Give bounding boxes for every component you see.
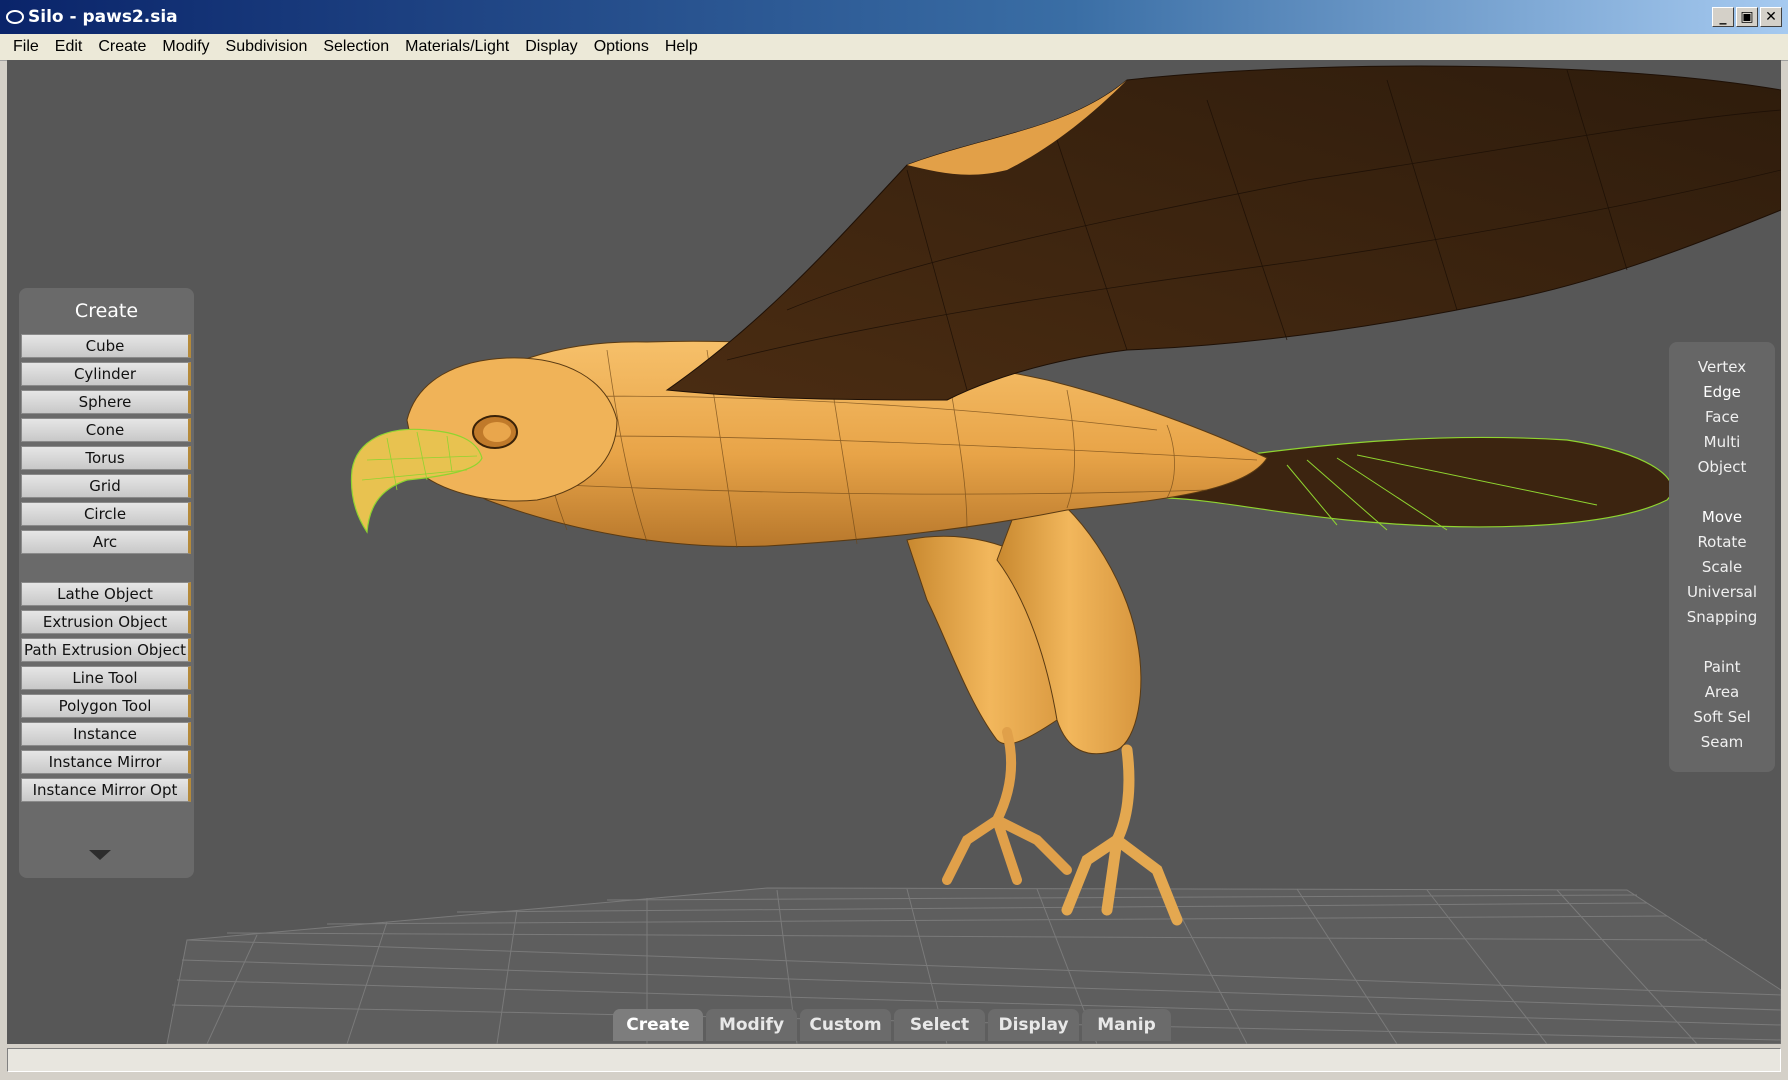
menu-modify[interactable]: Modify xyxy=(154,34,217,60)
instance-mirror-button[interactable]: Instance Mirror xyxy=(21,750,191,774)
create-arc-button[interactable]: Arc xyxy=(21,530,191,554)
lathe-object-button[interactable]: Lathe Object xyxy=(21,582,191,606)
restore-button[interactable]: ▣ xyxy=(1736,7,1758,27)
extrusion-object-button[interactable]: Extrusion Object xyxy=(21,610,191,634)
shelf-tabs: Create Modify Custom Select Display Mani… xyxy=(613,1009,1171,1041)
wing-mesh[interactable] xyxy=(665,65,1781,401)
sel-seam[interactable]: Seam xyxy=(1669,731,1775,753)
instance-button[interactable]: Instance xyxy=(21,722,191,746)
eye xyxy=(483,422,511,442)
create-panel: Create Cube Cylinder Sphere Cone Torus G… xyxy=(19,288,194,878)
manip-rotate[interactable]: Rotate xyxy=(1669,531,1775,553)
menu-materials-light[interactable]: Materials/Light xyxy=(397,34,517,60)
manip-scale[interactable]: Scale xyxy=(1669,556,1775,578)
manip-snapping[interactable]: Snapping xyxy=(1669,606,1775,628)
status-bar xyxy=(0,1044,1788,1080)
mode-object[interactable]: Object xyxy=(1669,456,1775,478)
line-tool-button[interactable]: Line Tool xyxy=(21,666,191,690)
create-cube-button[interactable]: Cube xyxy=(21,334,191,358)
create-cone-button[interactable]: Cone xyxy=(21,418,191,442)
manip-move[interactable]: Move xyxy=(1669,506,1775,528)
menu-display[interactable]: Display xyxy=(517,34,585,60)
create-grid-button[interactable]: Grid xyxy=(21,474,191,498)
status-message-field xyxy=(7,1048,1781,1072)
window-title: Silo - paws2.sia xyxy=(28,7,178,27)
polygon-tool-button[interactable]: Polygon Tool xyxy=(21,694,191,718)
tab-manip[interactable]: Manip xyxy=(1082,1009,1171,1041)
sel-area[interactable]: Area xyxy=(1669,681,1775,703)
tab-modify[interactable]: Modify xyxy=(706,1009,797,1041)
tab-custom[interactable]: Custom xyxy=(800,1009,891,1041)
instance-mirror-opt-button[interactable]: Instance Mirror Opt xyxy=(21,778,191,802)
create-panel-title: Create xyxy=(74,300,139,322)
selection-panel: Vertex Edge Face Multi Object Move Rotat… xyxy=(1669,342,1775,772)
back-foot-talons xyxy=(942,727,1072,885)
create-cylinder-button[interactable]: Cylinder xyxy=(21,362,191,386)
menu-selection[interactable]: Selection xyxy=(315,34,397,60)
title-bar: Silo - paws2.sia _ ▣ ✕ xyxy=(0,0,1788,34)
minimize-button[interactable]: _ xyxy=(1712,7,1734,27)
tab-select[interactable]: Select xyxy=(894,1009,985,1041)
scene-render[interactable] xyxy=(7,60,1781,1044)
menu-help[interactable]: Help xyxy=(657,34,706,60)
3d-viewport[interactable]: Create Cube Cylinder Sphere Cone Torus G… xyxy=(7,60,1781,1044)
create-circle-button[interactable]: Circle xyxy=(21,502,191,526)
manip-universal[interactable]: Universal xyxy=(1669,581,1775,603)
window-controls: _ ▣ ✕ xyxy=(1712,7,1782,27)
sel-soft-sel[interactable]: Soft Sel xyxy=(1669,706,1775,728)
silo-app-icon xyxy=(6,10,24,24)
menu-options[interactable]: Options xyxy=(586,34,657,60)
close-button[interactable]: ✕ xyxy=(1760,7,1782,27)
chevron-down-icon[interactable] xyxy=(89,850,111,860)
create-torus-button[interactable]: Torus xyxy=(21,446,191,470)
menu-create[interactable]: Create xyxy=(90,34,154,60)
menu-bar: File Edit Create Modify Subdivision Sele… xyxy=(0,34,1788,61)
create-sphere-button[interactable]: Sphere xyxy=(21,390,191,414)
mode-multi[interactable]: Multi xyxy=(1669,431,1775,453)
tab-display[interactable]: Display xyxy=(988,1009,1079,1041)
sel-paint[interactable]: Paint xyxy=(1669,656,1775,678)
mode-face[interactable]: Face xyxy=(1669,406,1775,428)
tab-create[interactable]: Create xyxy=(613,1009,703,1041)
menu-edit[interactable]: Edit xyxy=(47,34,91,60)
path-extrusion-object-button[interactable]: Path Extrusion Object xyxy=(21,638,191,662)
menu-file[interactable]: File xyxy=(0,34,47,60)
menu-subdivision[interactable]: Subdivision xyxy=(218,34,316,60)
mode-edge[interactable]: Edge xyxy=(1669,381,1775,403)
mode-vertex[interactable]: Vertex xyxy=(1669,356,1775,378)
